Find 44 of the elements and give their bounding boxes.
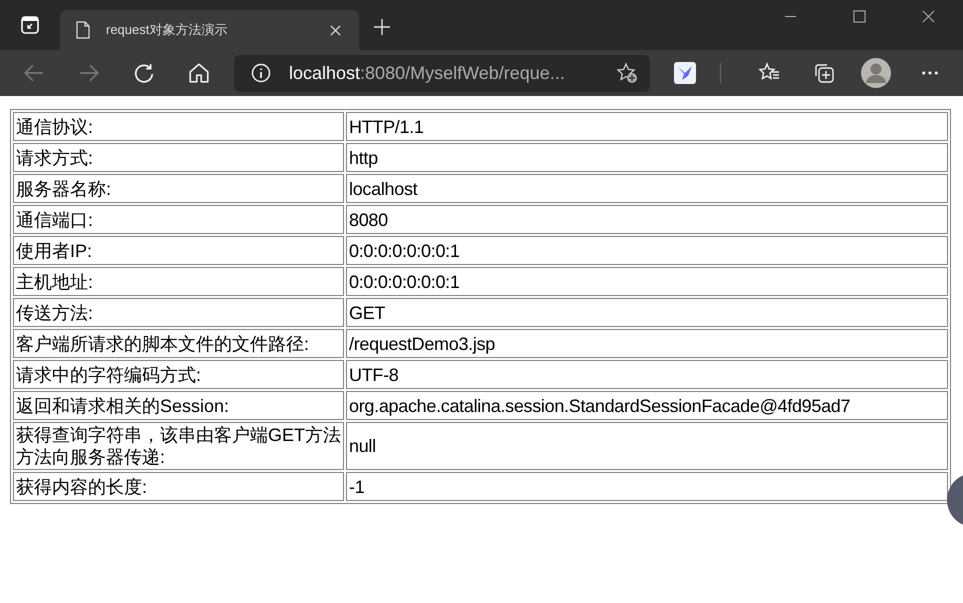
value-cell: null [346,422,948,470]
label-cell: 传送方法: [13,298,344,327]
label-cell: 获得内容的长度: [13,472,344,501]
value-cell: http [346,143,948,172]
value-cell: localhost [346,174,948,203]
address-bar[interactable]: localhost:8080/MyselfWeb/reque... [234,54,650,92]
bird-extension-icon[interactable] [674,62,696,84]
value-cell: UTF-8 [346,360,948,389]
new-tab-icon[interactable] [373,18,391,36]
value-cell: 0:0:0:0:0:0:0:1 [346,267,948,296]
page-icon [76,21,90,39]
tab-title: request对象方法演示 [106,21,228,39]
label-cell: 通信协议: [13,112,344,141]
back-icon[interactable] [23,62,45,84]
forward-icon[interactable] [78,62,100,84]
label-cell: 使用者IP: [13,236,344,265]
tab-actions-icon[interactable] [21,16,39,34]
value-cell: 0:0:0:0:0:0:0:1 [346,236,948,265]
label-cell: 请求中的字符编码方式: [13,360,344,389]
value-cell: HTTP/1.1 [346,112,948,141]
label-cell: 返回和请求相关的Session: [13,391,344,420]
close-window-icon[interactable] [922,10,935,23]
value-cell: GET [346,298,948,327]
value-cell: org.apache.catalina.session.StandardSessionFacade@4fd95ad7 [346,391,948,420]
maximize-icon[interactable] [853,10,866,23]
refresh-icon[interactable] [133,62,155,84]
label-cell: 获得查询字符串，该串由客户端GET方法方法向服务器传递: [13,422,344,470]
value-cell: 8080 [346,205,948,234]
collections-icon[interactable] [813,62,835,84]
add-favorite-icon[interactable] [616,62,638,84]
close-icon[interactable] [330,24,341,36]
profile-avatar-icon[interactable] [861,58,891,88]
label-cell: 客户端所请求的脚本文件的文件路径: [13,329,344,358]
browser-tab[interactable]: request对象方法演示 [60,10,359,50]
label-cell: 通信端口: [13,205,344,234]
more-icon[interactable] [921,70,939,76]
value-cell: -1 [346,472,948,501]
label-cell: 请求方式: [13,143,344,172]
label-cell: 主机地址: [13,267,344,296]
url-text: localhost:8080/MyselfWeb/reque... [289,62,566,84]
home-icon[interactable] [188,62,210,84]
label-cell: 服务器名称: [13,174,344,203]
info-icon[interactable] [251,63,271,83]
value-cell: /requestDemo3.jsp [346,329,948,358]
